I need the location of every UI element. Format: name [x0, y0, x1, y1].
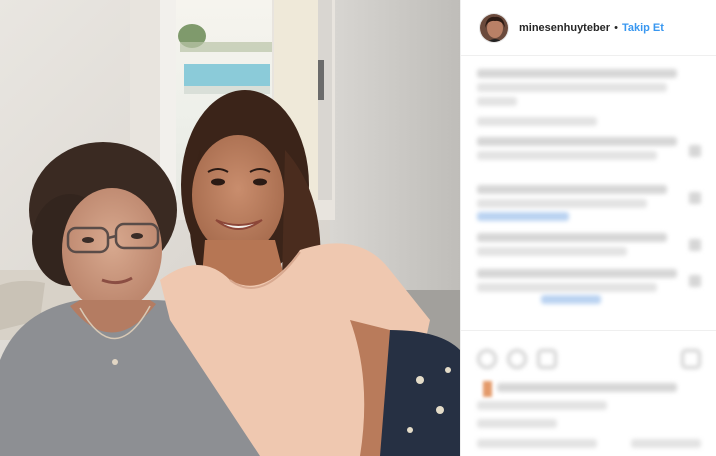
- comment-icon[interactable]: [507, 349, 527, 369]
- follow-button[interactable]: Takip Et: [622, 22, 664, 34]
- blurred-text: [477, 151, 657, 160]
- blurred-comment-input[interactable]: [631, 439, 701, 448]
- profile-photo: [480, 13, 508, 42]
- blurred-timestamp: [477, 419, 557, 428]
- blurred-text: [477, 97, 517, 106]
- heart-icon[interactable]: [477, 349, 497, 369]
- blurred-text: [477, 283, 657, 292]
- avatar[interactable]: [479, 12, 509, 43]
- comments-section: [461, 57, 716, 327]
- photo-image: [0, 0, 460, 456]
- like-comment-icon: [689, 239, 701, 251]
- blurred-text: [477, 83, 667, 92]
- blurred-link: [541, 295, 601, 304]
- blurred-text: [477, 117, 597, 126]
- blurred-text: [477, 137, 677, 146]
- bookmark-icon[interactable]: [681, 349, 701, 369]
- blurred-text: [477, 199, 647, 208]
- blurred-text: [477, 185, 667, 194]
- blurred-link: [477, 212, 569, 221]
- post-sidebar: minesenhuyteber • Takip Et: [460, 0, 716, 456]
- share-icon[interactable]: [537, 349, 557, 369]
- blurred-text: [477, 269, 677, 278]
- blurred-likes-text: [497, 383, 677, 392]
- likes-avatar: [483, 381, 492, 397]
- like-comment-icon: [689, 145, 701, 157]
- post-photo[interactable]: [0, 0, 460, 456]
- separator-dot: •: [614, 21, 618, 34]
- post-header: minesenhuyteber • Takip Et: [461, 0, 716, 56]
- like-comment-icon: [689, 192, 701, 204]
- blurred-text: [477, 69, 677, 78]
- blurred-text: [477, 233, 667, 242]
- blurred-likes-text: [477, 401, 607, 410]
- blurred-text: [477, 247, 627, 256]
- username-link[interactable]: minesenhuyteber: [519, 22, 610, 34]
- post-footer: [461, 330, 716, 456]
- blurred-comment-input[interactable]: [477, 439, 597, 448]
- like-comment-icon: [689, 275, 701, 287]
